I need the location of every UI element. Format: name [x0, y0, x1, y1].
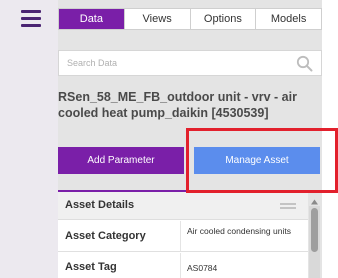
table-row: Asset Category Air cooled condensing uni… — [58, 221, 308, 252]
drag-handle-icon[interactable] — [280, 203, 296, 210]
row-label: Asset Tag — [65, 261, 117, 273]
search-input[interactable] — [67, 51, 292, 75]
row-value: Air cooled condensing units — [187, 226, 291, 236]
search-box — [58, 50, 322, 76]
asset-details-table: Asset Details Asset Category Air cooled … — [58, 192, 308, 278]
row-label: Asset Category — [65, 230, 146, 242]
hamburger-menu-icon[interactable] — [21, 10, 41, 28]
table-row: Asset Tag AS0784 — [58, 253, 308, 278]
tab-models[interactable]: Models — [256, 9, 321, 29]
asset-details-header[interactable]: Asset Details — [58, 192, 308, 220]
add-parameter-button[interactable]: Add Parameter — [58, 147, 184, 174]
row-value: AS0784 — [187, 263, 218, 273]
left-sidebar — [0, 0, 58, 278]
column-divider — [180, 253, 181, 278]
tab-bar: Data Views Options Models — [58, 8, 322, 30]
tab-data[interactable]: Data — [59, 9, 125, 29]
app-root: Data Views Options Models RSen_58_ME_FB_… — [0, 0, 338, 278]
asset-title: RSen_58_ME_FB_outdoor unit - vrv - air c… — [58, 90, 297, 120]
details-scrollbar[interactable] — [309, 206, 320, 278]
manage-asset-highlight — [186, 128, 338, 193]
scrollbar-thumb[interactable] — [311, 208, 318, 252]
tab-options[interactable]: Options — [191, 9, 257, 29]
search-icon[interactable] — [296, 55, 313, 72]
asset-details-title: Asset Details — [65, 199, 135, 211]
column-divider — [180, 221, 181, 251]
tab-views[interactable]: Views — [125, 9, 191, 29]
scroll-up-arrow-icon[interactable] — [309, 198, 320, 206]
